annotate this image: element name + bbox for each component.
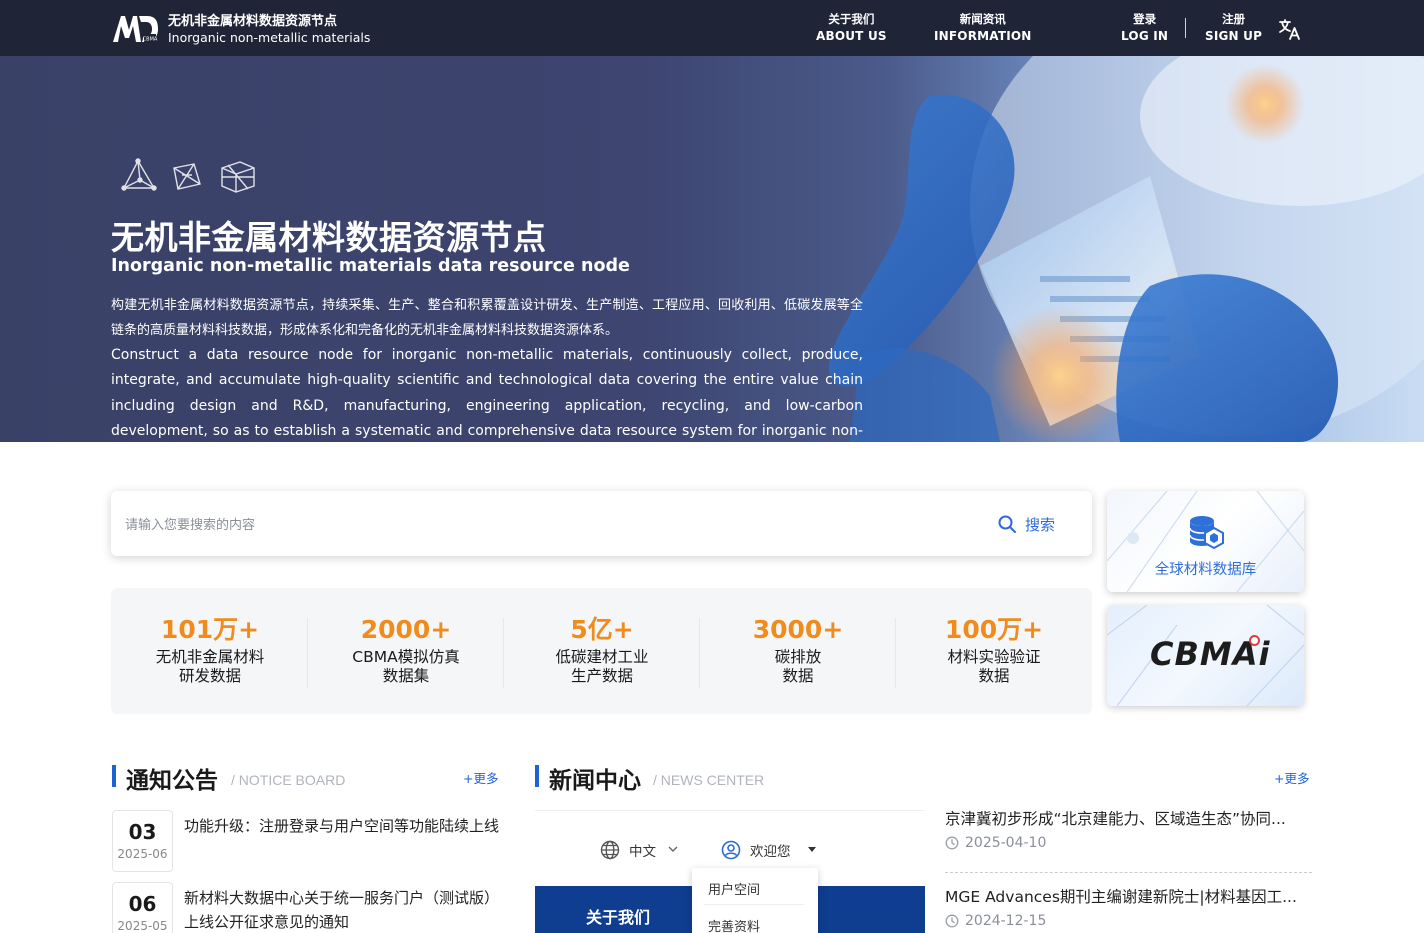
- nav-sign-up-cn: 注册: [1222, 12, 1246, 26]
- site-name-en: Inorganic non-metallic materials: [168, 30, 371, 45]
- news-featured-image[interactable]: 中文 欢迎您 关于我们 用户空间 完善资料: [535, 810, 925, 933]
- nav-about-us-en: ABOUT US: [816, 29, 887, 43]
- image-menu-item: 用户空间: [708, 883, 761, 898]
- statistics-panel: 101万+ 无机非金属材料 研发数据 2000+ CBMA模拟仿真 数据集 5亿…: [111, 588, 1092, 714]
- news-title[interactable]: 京津冀初步形成“北京建能力、区域造生态”协同...: [945, 808, 1312, 830]
- notice-more-link[interactable]: +更多: [463, 768, 498, 787]
- nav-divider: [1185, 18, 1186, 38]
- nav-sign-up[interactable]: 注册 SIGN UP: [1205, 11, 1262, 45]
- stat-value: 101万+: [160, 615, 260, 644]
- stat-value: 3000+: [752, 615, 844, 644]
- notice-title[interactable]: 新材料大数据中心关于统一服务门户（测试版）上线公开征求意见的通知: [184, 886, 499, 933]
- cbmai-card[interactable]: CBMAi: [1107, 605, 1304, 706]
- globe-icon: [600, 840, 620, 860]
- translate-icon[interactable]: [1278, 17, 1302, 41]
- notice-date: 06 2025-05: [112, 882, 173, 933]
- hero-subtitle: Inorganic non-metallic materials data re…: [111, 256, 630, 276]
- nav-log-in[interactable]: 登录 LOG IN: [1121, 11, 1168, 45]
- nav-log-in-cn: 登录: [1133, 12, 1157, 26]
- page: CBMA 无机非金属材料数据资源节点 Inorganic non-metalli…: [0, 0, 1424, 933]
- stat-label-line1: CBMA模拟仿真: [352, 648, 460, 666]
- news-section-marker: [535, 765, 539, 787]
- stat-label-line1: 碳排放: [774, 648, 822, 666]
- search-input[interactable]: [125, 509, 965, 539]
- search-box: 搜索: [111, 491, 1092, 556]
- nav-information[interactable]: 新闻资讯 INFORMATION: [934, 11, 1032, 45]
- notice-day: 06: [128, 892, 157, 916]
- stat-label-line2: 数据: [978, 667, 1010, 685]
- image-menu-item: 完善资料: [708, 920, 761, 933]
- site-logo[interactable]: CBMA: [111, 10, 159, 46]
- chevron-down-icon: [668, 846, 678, 852]
- stat-label-line1: 无机非金属材料: [155, 648, 265, 666]
- nav-about-us[interactable]: 关于我们 ABOUT US: [816, 11, 887, 45]
- notice-year-month: 2025-05: [117, 919, 168, 933]
- database-card-label: 全球材料数据库: [1154, 562, 1257, 578]
- caret-down-icon: [808, 847, 816, 852]
- stat-value: 5亿+: [570, 615, 634, 644]
- crystal-structure-icons: [121, 158, 255, 193]
- stat-item: 3000+ 碳排放 数据: [700, 614, 896, 686]
- stat-item: 101万+ 无机非金属材料 研发数据: [112, 614, 308, 686]
- notice-section-title: 通知公告: [126, 768, 218, 794]
- notice-year-month: 2025-06: [117, 847, 168, 861]
- news-date: 2024-12-15: [945, 913, 1312, 929]
- image-menu-divider: [704, 904, 804, 905]
- stat-label-line1: 低碳建材工业: [555, 648, 649, 666]
- database-icon: [1189, 516, 1224, 550]
- stat-label-line2: 数据集: [382, 667, 430, 685]
- stat-label-line2: 生产数据: [570, 667, 633, 685]
- hero-banner: 无机非金属材料数据资源节点 Inorganic non-metallic mat…: [0, 56, 1424, 442]
- stat-value: 2000+: [360, 615, 452, 644]
- image-welcome-label: 欢迎您: [750, 844, 791, 860]
- notice-item[interactable]: 03 2025-06 功能升级：注册登录与用户空间等功能陆续上线: [111, 810, 506, 872]
- cbmai-logo-dot: [1249, 635, 1260, 646]
- clock-icon: [945, 914, 959, 928]
- top-header: CBMA 无机非金属材料数据资源节点 Inorganic non-metalli…: [0, 0, 1424, 56]
- news-item[interactable]: 京津冀初步形成“北京建能力、区域造生态”协同... 2025-04-10: [945, 808, 1312, 851]
- news-section-subtitle: / NEWS CENTER: [653, 772, 765, 788]
- news-item[interactable]: MGE Advances期刊主编谢建新院士|材料基因工... 2024-12-1…: [945, 886, 1312, 929]
- news-title[interactable]: MGE Advances期刊主编谢建新院士|材料基因工...: [945, 886, 1312, 908]
- notice-day: 03: [128, 820, 157, 844]
- hero-title: 无机非金属材料数据资源节点: [111, 218, 547, 257]
- stat-label-line2: 研发数据: [178, 667, 241, 685]
- image-language-label: 中文: [629, 844, 656, 860]
- news-section-title: 新闻中心: [549, 768, 641, 794]
- news-date-text: 2024-12-15: [965, 913, 1047, 929]
- stat-label-line2: 数据: [782, 667, 814, 685]
- notice-title[interactable]: 功能升级：注册登录与用户空间等功能陆续上线: [184, 814, 499, 838]
- stat-item: 2000+ CBMA模拟仿真 数据集: [308, 614, 504, 686]
- stat-item: 100万+ 材料实验验证 数据: [896, 614, 1092, 686]
- image-banner-text: 关于我们: [586, 908, 651, 927]
- news-more-link[interactable]: +更多: [1274, 768, 1309, 787]
- user-icon: [721, 840, 741, 860]
- stat-value: 100万+: [944, 615, 1044, 644]
- search-button[interactable]: 搜索: [997, 511, 1055, 537]
- search-button-label: 搜索: [1025, 515, 1056, 534]
- site-name-cn: 无机非金属材料数据资源节点: [168, 14, 338, 29]
- nav-log-in-en: LOG IN: [1121, 29, 1169, 43]
- global-materials-database-card[interactable]: 全球材料数据库: [1107, 491, 1304, 592]
- notice-section-subtitle: / NOTICE BOARD: [231, 772, 346, 788]
- hero-description-en: Construct a data resource node for inorg…: [111, 347, 863, 439]
- clock-icon: [945, 836, 959, 850]
- news-date-text: 2025-04-10: [965, 835, 1047, 851]
- nav-sign-up-en: SIGN UP: [1205, 29, 1263, 43]
- nav-information-cn: 新闻资讯: [959, 12, 1006, 26]
- svg-text:CBMA: CBMA: [143, 37, 158, 43]
- nav-information-en: INFORMATION: [934, 29, 1032, 43]
- news-date: 2025-04-10: [945, 835, 1312, 851]
- hero-description-cn: 构建无机非金属材料数据资源节点，持续采集、生产、整合和积累覆盖设计研发、生产制造…: [111, 298, 863, 338]
- notice-date: 03 2025-06: [112, 810, 173, 872]
- nav-about-us-cn: 关于我们: [828, 12, 875, 26]
- stat-item: 5亿+ 低碳建材工业 生产数据: [504, 614, 700, 686]
- notice-section-marker: [112, 765, 116, 787]
- image-dropdown-menu: 用户空间 完善资料: [692, 868, 818, 933]
- news-divider: [945, 872, 1312, 873]
- search-icon: [998, 515, 1016, 533]
- notice-item[interactable]: 06 2025-05 新材料大数据中心关于统一服务门户（测试版）上线公开征求意见…: [111, 882, 506, 933]
- stat-label-line1: 材料实验验证: [947, 648, 1041, 666]
